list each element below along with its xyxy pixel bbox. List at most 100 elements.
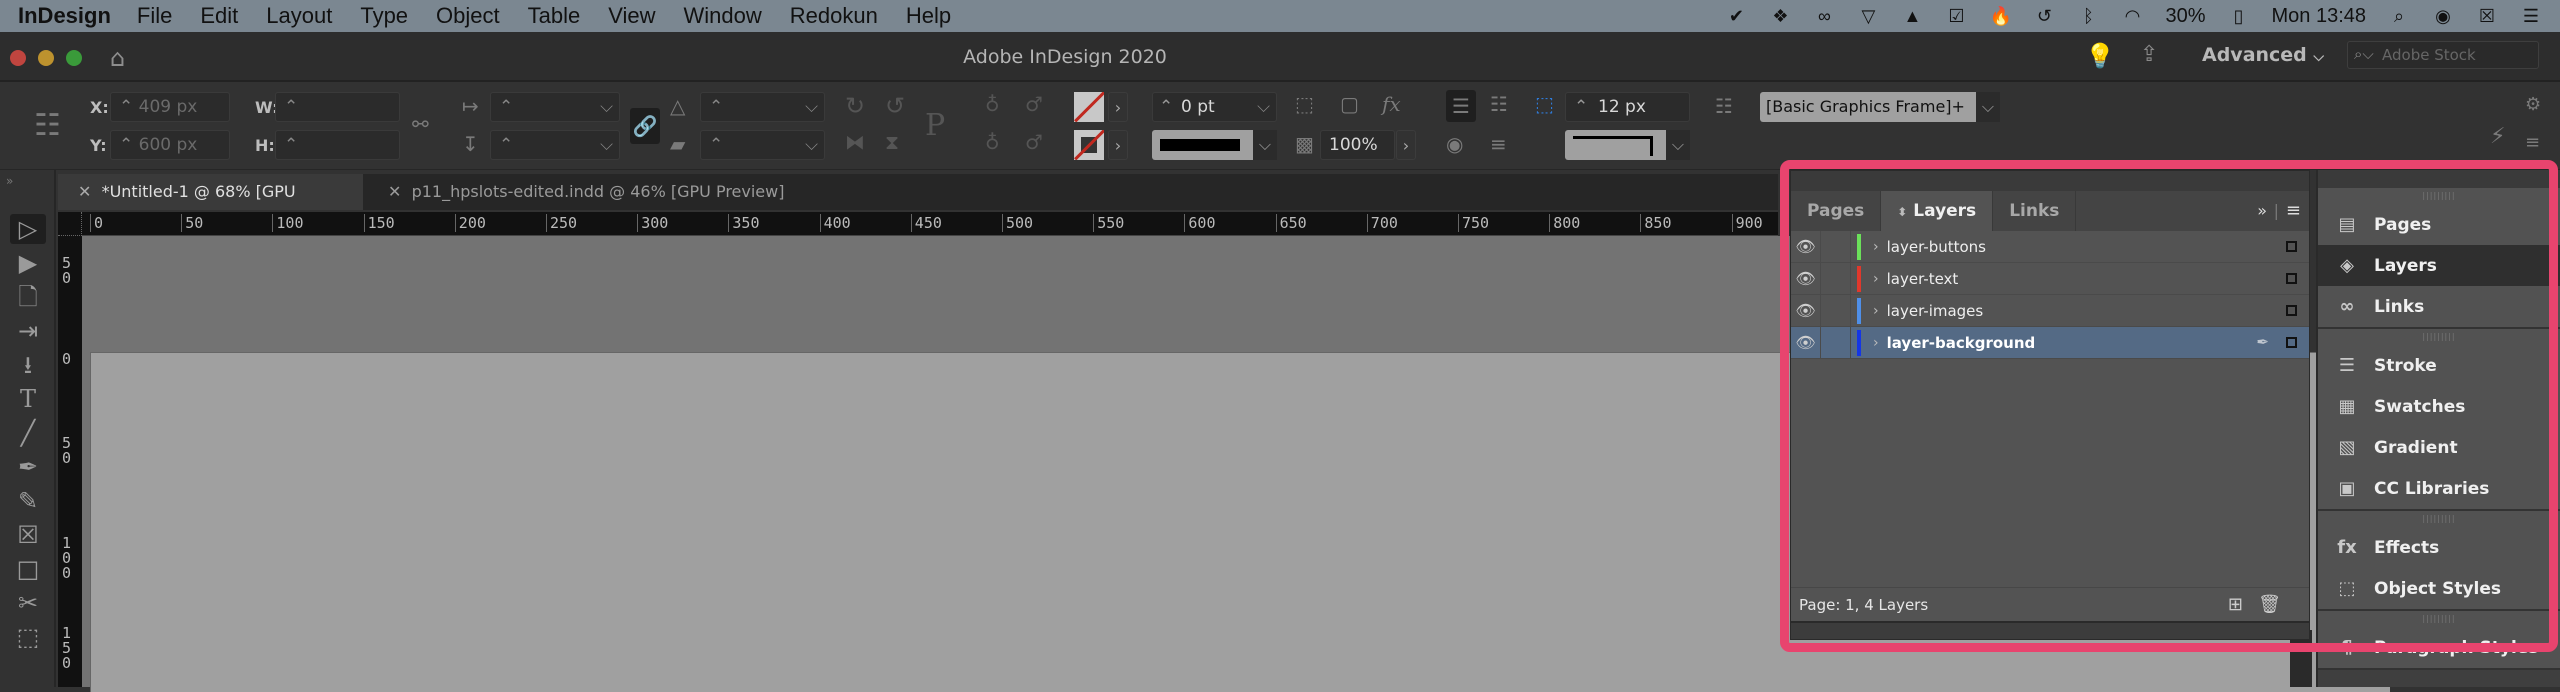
select-next-icon[interactable]: ♂ (1025, 130, 1043, 154)
time-machine-icon[interactable]: ↺ (2033, 5, 2055, 27)
pencil-tool-icon[interactable]: ✎ (10, 486, 46, 516)
layer-target-square[interactable] (2286, 337, 2297, 348)
rectangle-frame-tool-icon[interactable]: ☒ (10, 520, 46, 550)
visibility-eye-icon[interactable]: 👁 (1791, 262, 1821, 295)
flame-icon[interactable]: 🔥 (1989, 5, 2011, 27)
object-style-dropdown[interactable]: [Basic Graphics Frame]+ ⌵ (1760, 92, 2000, 122)
menu-object[interactable]: Object (436, 3, 500, 29)
text-wrap-object-icon[interactable]: ☷ (1490, 92, 1508, 116)
tab-untitled-1[interactable]: ✕ *Untitled-1 @ 68% [GPU Preview] (58, 174, 363, 237)
lock-toggle[interactable] (1821, 294, 1851, 327)
checkmark-shield-icon[interactable]: ✔ (1725, 5, 1747, 27)
expand-chevron-icon[interactable]: › (1873, 239, 1879, 255)
panel-header[interactable] (1791, 171, 2309, 191)
tab-p11-hpslots[interactable]: ✕ p11_hpslots-edited.indd @ 46% [GPU Pre… (368, 174, 808, 210)
visibility-eye-icon[interactable]: 👁 (1791, 294, 1821, 327)
dock-item-pages[interactable]: ▤ Pages (2318, 204, 2560, 245)
stroke-swatch[interactable] (1074, 130, 1104, 160)
rectangle-tool-icon[interactable]: □ (10, 554, 46, 584)
menu-table[interactable]: Table (528, 3, 581, 29)
menu-help[interactable]: Help (906, 3, 951, 29)
workspace-switcher[interactable]: Advanced ⌵ (2202, 44, 2324, 66)
layer-target-square[interactable] (2286, 273, 2297, 284)
scissors-tool-icon[interactable]: ✂ (10, 588, 46, 618)
clock[interactable]: Mon 13:48 (2271, 5, 2366, 28)
notification-center-icon[interactable]: ☰ (2520, 5, 2542, 27)
dock-item-paragraph-styles[interactable]: ¶ Paragraph Styles (2318, 627, 2560, 668)
scale-x-field[interactable]: ⌃ ⌵ (490, 92, 620, 122)
text-wrap-jump-icon[interactable]: ◉ (1446, 132, 1463, 156)
panel-menu-icon[interactable]: ≡ (2286, 200, 2301, 221)
w-field[interactable]: ⌃ (275, 92, 400, 122)
app-menu[interactable]: InDesign (18, 3, 111, 29)
content-collector-tool-icon[interactable]: ⭳ (10, 350, 46, 380)
siri-icon[interactable]: ◉ (2432, 5, 2454, 27)
group-grip[interactable]: ||||||||| (2318, 188, 2560, 204)
tab-pages[interactable]: Pages (1791, 191, 1882, 231)
menu-redokun[interactable]: Redokun (790, 3, 878, 29)
dock-item-gradient[interactable]: ▧ Gradient (2318, 427, 2560, 468)
shear-angle-field[interactable]: ⌃ ⌵ (700, 130, 825, 160)
layer-name[interactable]: layer-background (1887, 334, 2036, 352)
expand-chevron-icon[interactable]: › (1873, 303, 1879, 319)
layer-row[interactable]: 👁 › layer-buttons (1791, 230, 2309, 263)
menu-edit[interactable]: Edit (200, 3, 238, 29)
gear-icon[interactable]: ⚙ (2525, 94, 2541, 115)
dock-item-effects[interactable]: fx Effects (2318, 527, 2560, 568)
adobe-stock-search[interactable]: ⌕⌵ Adobe Stock (2347, 41, 2539, 69)
layer-target-square[interactable] (2286, 241, 2297, 252)
select-previous-icon[interactable]: ♂ (1025, 92, 1043, 116)
fill-swatch[interactable] (1074, 92, 1104, 122)
notch-icon[interactable]: ▽ (1857, 5, 1879, 27)
dock-item-swatches[interactable]: ▦ Swatches (2318, 386, 2560, 427)
ruler-origin[interactable] (58, 212, 82, 236)
share-icon[interactable]: ⇪ (2140, 42, 2158, 67)
layer-name[interactable]: layer-text (1887, 270, 1959, 288)
corner-options-icon[interactable]: ⬚ (1535, 92, 1554, 116)
corner-size-field[interactable]: ⌃ 12 px (1565, 92, 1690, 122)
stroke-type-dropdown[interactable]: ⌵ (1152, 130, 1277, 160)
direct-selection-tool-icon[interactable]: ▶ (10, 248, 46, 278)
x-field[interactable]: ⌃ 409 px (110, 92, 230, 122)
type-tool-icon[interactable]: T (10, 384, 46, 414)
trash-icon[interactable]: 🗑 (2258, 588, 2281, 622)
todo-icon[interactable]: ☑ (1945, 5, 1967, 27)
lock-toggle[interactable] (1821, 326, 1851, 359)
stroke-weight-field[interactable]: ⌃ 0 pt ⌵ (1152, 92, 1277, 122)
reference-point-icon[interactable]: ☷ (34, 108, 61, 143)
opacity-field[interactable]: 100% (1320, 130, 1395, 160)
panel-menu-icon[interactable]: ≡ (2525, 132, 2540, 153)
flip-horizontal-icon[interactable]: ⧓ (845, 130, 865, 154)
page-tool-icon[interactable]: 🗋 (10, 282, 46, 312)
text-wrap-next-column-icon[interactable]: ≡ (1490, 132, 1507, 156)
drive-icon[interactable]: ▲ (1901, 5, 1923, 27)
collapse-dock-icon[interactable]: ‹ (2318, 170, 2560, 188)
lightbulb-icon[interactable]: 💡 (2085, 42, 2115, 70)
layer-row[interactable]: 👁 › layer-text (1791, 262, 2309, 295)
constrain-proportions-icon[interactable]: ⚯ (412, 112, 429, 136)
select-container-icon[interactable]: ♁ (985, 92, 1000, 116)
group-grip[interactable]: ||||||||| (2318, 329, 2560, 345)
menu-view[interactable]: View (608, 3, 655, 29)
layer-name[interactable]: layer-images (1887, 302, 1984, 320)
resize-grip[interactable] (1791, 621, 2309, 639)
lock-toggle[interactable] (1821, 262, 1851, 295)
expand-panel-icon[interactable]: » (2257, 201, 2267, 220)
line-tool-icon[interactable]: ╱ (10, 418, 46, 448)
spotlight-search-icon[interactable]: ⌕ (2388, 5, 2410, 27)
expand-chevron-icon[interactable]: › (1873, 271, 1879, 287)
tab-layers[interactable]: ⬍ Layers (1881, 191, 1994, 231)
dock-item-layers[interactable]: ◈ Layers (2318, 245, 2560, 286)
visibility-eye-icon[interactable]: 👁 (1791, 326, 1821, 359)
uk-flag-icon[interactable]: ☒ (2476, 5, 2498, 27)
scale-y-field[interactable]: ⌃ ⌵ (490, 130, 620, 160)
menu-layout[interactable]: Layout (266, 3, 332, 29)
fill-menu-button[interactable]: › (1108, 92, 1128, 122)
selection-tool-icon[interactable]: ▷ (10, 214, 46, 244)
pen-tool-icon[interactable]: ✒ (10, 452, 46, 482)
opacity-menu-button[interactable]: › (1396, 130, 1416, 160)
dock-item-stroke[interactable]: ☰ Stroke (2318, 345, 2560, 386)
group-grip[interactable]: ||||||||| (2318, 611, 2560, 627)
layer-target-square[interactable] (2286, 305, 2297, 316)
effects-fx-icon[interactable]: fx (1382, 92, 1401, 116)
